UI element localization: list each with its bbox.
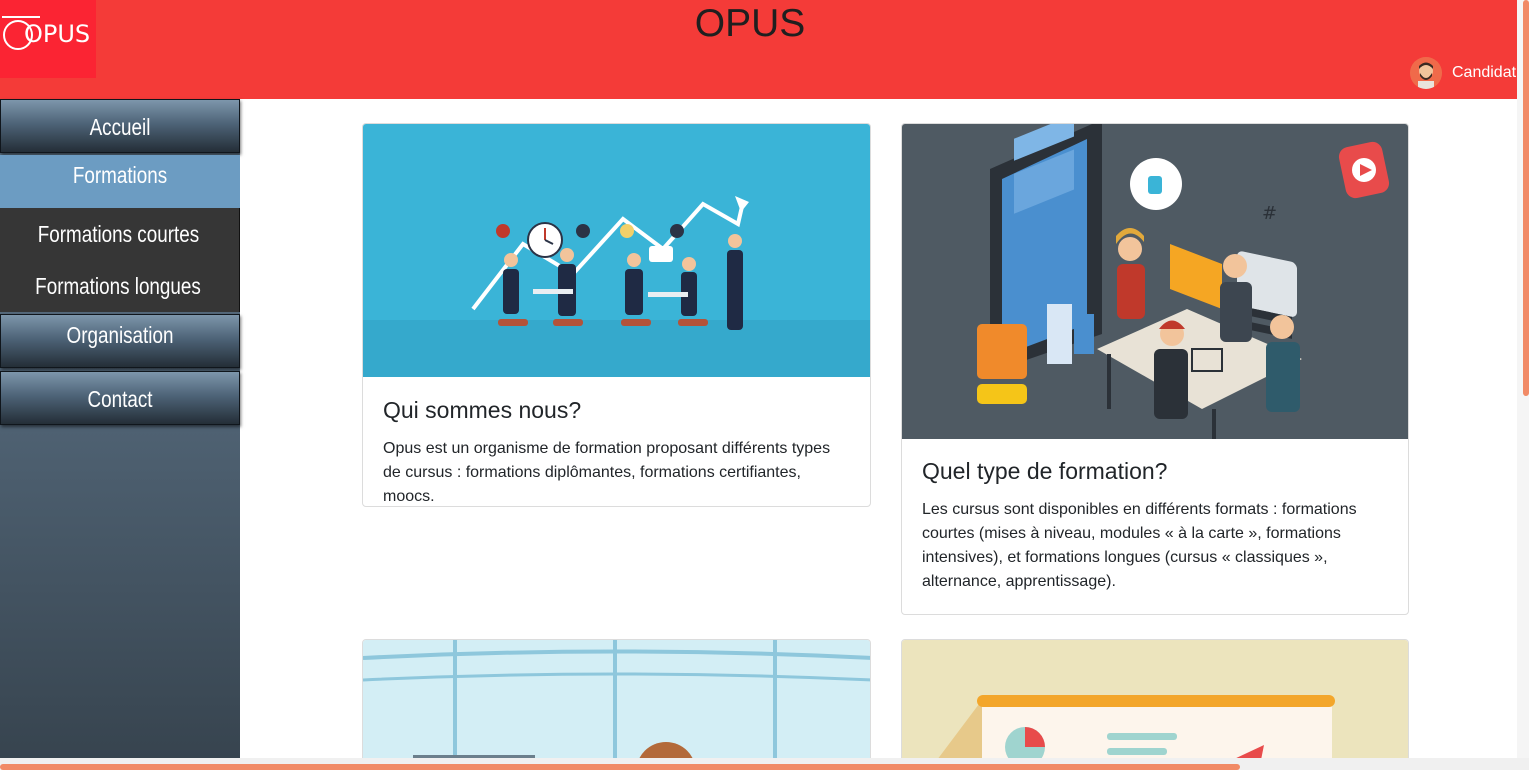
- card-text: Les cursus sont disponibles en différent…: [922, 501, 1357, 590]
- card-3: [362, 639, 871, 758]
- sidebar-item-formations[interactable]: Formations: [0, 155, 240, 208]
- card-4: [901, 639, 1409, 758]
- horizontal-scrollbar[interactable]: [0, 758, 1529, 770]
- site-title: OPUS: [694, 2, 806, 45]
- submenu-item-formations-courtes[interactable]: Formations courtes: [0, 208, 236, 260]
- card-text: Opus est un organisme de formation propo…: [383, 440, 831, 505]
- sidebar-item-accueil[interactable]: Accueil: [0, 99, 240, 153]
- card-title: Quel type de formation?: [922, 458, 1168, 484]
- site-header: OPUS OPUS Candidat: [0, 0, 1517, 99]
- horizontal-scrollbar-thumb[interactable]: [0, 764, 1240, 770]
- card-quel-type-de-formation: # Quel type de formation? Les cursus son…: [901, 123, 1409, 615]
- card-qui-sommes-nous: Qui sommes nous? Opus est un organisme d…: [362, 123, 871, 507]
- card-title: Qui sommes nous?: [383, 397, 582, 423]
- formations-submenu: Formations courtes Formations longues: [0, 208, 240, 312]
- sidebar-item-label: Accueil: [89, 114, 151, 140]
- card-illustration-office: [363, 640, 870, 758]
- user-menu[interactable]: Candidat: [1410, 56, 1516, 90]
- vertical-scrollbar[interactable]: [1517, 0, 1529, 770]
- submenu-item-label: Formations courtes: [37, 221, 199, 247]
- user-avatar-icon: [1410, 57, 1442, 89]
- browser-viewport: OPUS OPUS Candidat Accueil Formations Fo…: [0, 0, 1517, 758]
- sidebar-item-label: Organisation: [66, 322, 174, 348]
- card-illustration-meeting: [363, 124, 870, 377]
- submenu-item-formations-longues[interactable]: Formations longues: [0, 260, 236, 312]
- vertical-scrollbar-thumb[interactable]: [1523, 0, 1529, 396]
- user-label: Candidat: [1452, 64, 1517, 81]
- hash-icon: #: [1262, 203, 1277, 224]
- sidebar-item-contact[interactable]: Contact: [0, 371, 240, 425]
- sidebar-item-label: Formations: [72, 162, 168, 188]
- sidebar-item-organisation[interactable]: Organisation: [0, 314, 240, 368]
- sidebar-item-label: Contact: [87, 386, 153, 412]
- submenu-item-label: Formations longues: [35, 273, 201, 299]
- card-illustration-presentation: [902, 640, 1408, 758]
- card-illustration-team: #: [902, 124, 1408, 439]
